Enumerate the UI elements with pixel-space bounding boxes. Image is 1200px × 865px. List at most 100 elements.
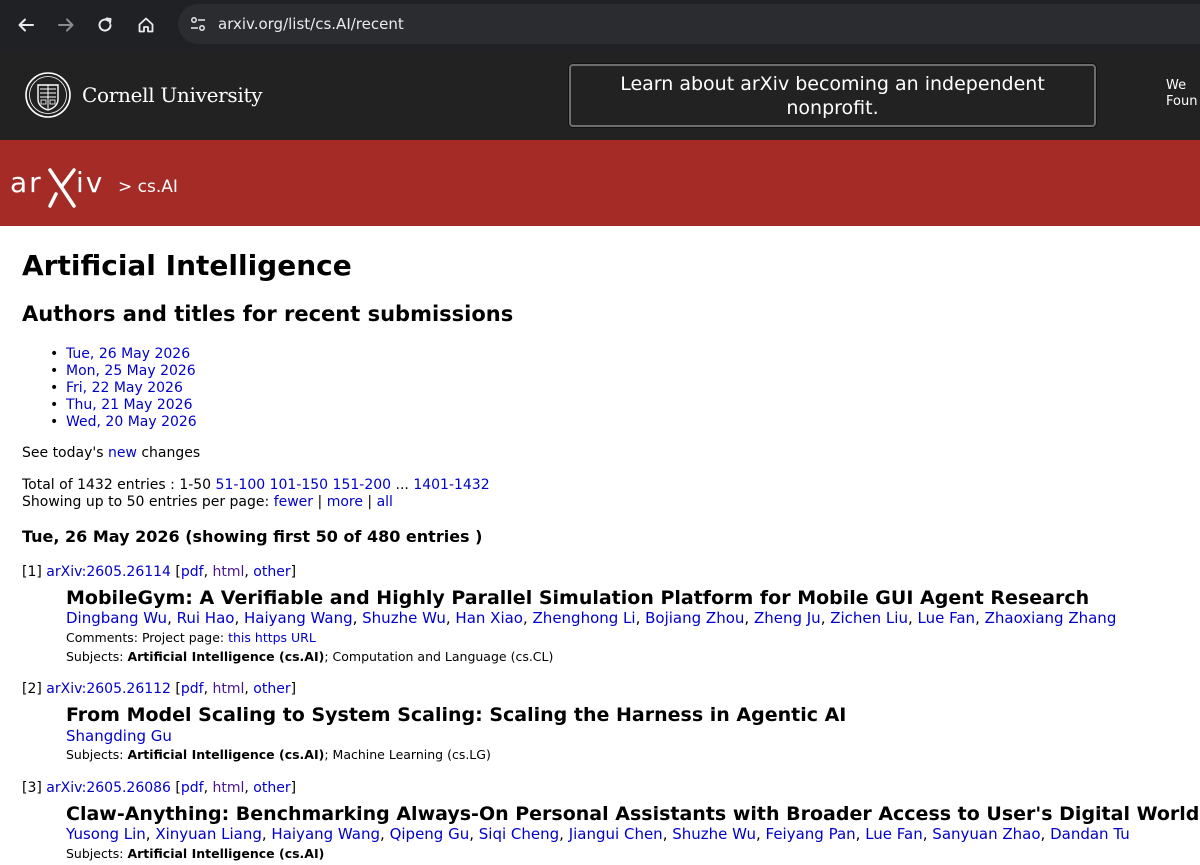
date-link[interactable]: Tue, 26 May 2026: [66, 346, 190, 362]
breadcrumb[interactable]: > cs.AI: [118, 176, 178, 198]
author-link[interactable]: Yusong Lin: [66, 825, 146, 843]
entry-subjects: Subjects: Artificial Intelligence (cs.AI…: [66, 846, 324, 862]
pagination-line: Total of 1432 entries : 1-50 51-100 101-…: [22, 477, 490, 494]
date-list-item: • Mon, 25 May 2026: [50, 363, 196, 379]
address-bar[interactable]: arxiv.org/list/cs.AI/recent: [178, 4, 1200, 44]
more-link[interactable]: more: [327, 494, 363, 510]
author-link[interactable]: Bojiang Zhou: [645, 609, 744, 627]
new-changes-link[interactable]: new: [108, 445, 137, 461]
entry-title: From Model Scaling to System Scaling: Sc…: [66, 704, 847, 726]
page-link[interactable]: 51-100: [216, 477, 266, 493]
author-link[interactable]: Haiyang Wang: [271, 825, 380, 843]
author-link[interactable]: Zhaoxiang Zhang: [985, 609, 1117, 627]
entry-id-line: [1] arXiv:2605.26114 [pdf, html, other]: [22, 564, 297, 580]
arxiv-id-link[interactable]: arXiv:2605.26112: [46, 681, 171, 697]
html-link[interactable]: html: [213, 564, 245, 580]
other-link[interactable]: other: [253, 681, 290, 697]
other-link[interactable]: other: [253, 780, 290, 796]
html-link[interactable]: html: [213, 780, 245, 796]
entry-id-line: [2] arXiv:2605.26112 [pdf, html, other]: [22, 681, 297, 697]
see-today-suffix: changes: [141, 445, 201, 461]
reload-icon[interactable]: [89, 9, 121, 41]
author-link[interactable]: Dingbang Wu: [66, 609, 167, 627]
html-link[interactable]: html: [213, 681, 245, 697]
other-subjects: ; Computation and Language (cs.CL): [324, 649, 554, 664]
forward-arrow-icon[interactable]: [50, 9, 82, 41]
author-link[interactable]: Han Xiao: [455, 609, 523, 627]
pdf-link[interactable]: pdf: [181, 780, 204, 796]
showing-text: Showing up to 50 entries per page:: [22, 494, 270, 510]
other-subjects: ; Machine Learning (cs.LG): [324, 747, 491, 762]
comments-link[interactable]: this https URL: [228, 630, 316, 645]
author-link[interactable]: Sanyuan Zhao: [932, 825, 1040, 843]
arxiv-logo[interactable]: ar iv: [10, 162, 120, 208]
see-today-prefix: See today's: [22, 445, 104, 461]
header-cut-text[interactable]: We Foun: [1166, 78, 1197, 110]
entry-subjects: Subjects: Artificial Intelligence (cs.AI…: [66, 747, 491, 763]
author-link[interactable]: Jiangui Chen: [569, 825, 663, 843]
page-link[interactable]: 151-200: [333, 477, 392, 493]
entry-index: [1]: [22, 564, 42, 580]
arxiv-id-link[interactable]: arXiv:2605.26086: [46, 780, 171, 796]
author-link[interactable]: Zichen Liu: [830, 609, 908, 627]
author-link[interactable]: Zheng Ju: [754, 609, 821, 627]
back-arrow-icon[interactable]: [10, 9, 42, 41]
cornell-logo[interactable]: Cornell University: [24, 69, 263, 121]
author-link[interactable]: Feiyang Pan: [766, 825, 856, 843]
subjects-label: Subjects:: [66, 649, 124, 664]
arxiv-header: [0, 140, 1200, 226]
url-text[interactable]: arxiv.org/list/cs.AI/recent: [218, 14, 404, 34]
cut-text-line2: Foun: [1166, 94, 1198, 109]
entry-index: [3]: [22, 780, 42, 796]
pdf-link[interactable]: pdf: [181, 681, 204, 697]
author-link[interactable]: Xinyuan Liang: [155, 825, 262, 843]
arxiv-id-link[interactable]: arXiv:2605.26114: [46, 564, 171, 580]
author-link[interactable]: Zhenghong Li: [533, 609, 636, 627]
entry-index: [2]: [22, 681, 42, 697]
author-link[interactable]: Qipeng Gu: [390, 825, 470, 843]
announcement-text[interactable]: Learn about arXiv becoming an independen…: [591, 72, 1074, 120]
cornell-name: Cornell University: [82, 83, 263, 107]
date-list: • Tue, 26 May 2026 • Mon, 25 May 2026 • Fri…: [50, 346, 197, 431]
announcement-banner[interactable]: Learn about arXiv becoming an independen…: [569, 64, 1096, 127]
pagination-ellipsis: ...: [395, 477, 409, 493]
date-link[interactable]: Wed, 20 May 2026: [66, 414, 197, 430]
author-link[interactable]: Lue Fan: [918, 609, 976, 627]
day-heading: Tue, 26 May 2026 (showing first 50 of 48…: [22, 527, 483, 546]
entry-authors: Shangding Gu: [66, 727, 172, 746]
date-list-item: • Tue, 26 May 2026: [50, 346, 191, 362]
author-link[interactable]: Shangding Gu: [66, 727, 172, 745]
date-list-item: • Fri, 22 May 2026: [50, 380, 183, 396]
all-link[interactable]: all: [377, 494, 393, 510]
primary-subject: Artificial Intelligence (cs.AI): [127, 649, 325, 664]
author-link[interactable]: Rui Hao: [177, 609, 235, 627]
date-link[interactable]: Thu, 21 May 2026: [66, 397, 193, 413]
entry-id-line: [3] arXiv:2605.26086 [pdf, html, other]: [22, 780, 297, 796]
subjects-label: Subjects:: [66, 846, 124, 861]
site-info-icon[interactable]: [188, 14, 208, 34]
page-link[interactable]: 101-150: [270, 477, 329, 493]
svg-text:ar: ar: [10, 166, 43, 199]
author-link[interactable]: Shuzhe Wu: [362, 609, 446, 627]
home-icon[interactable]: [130, 9, 162, 41]
author-link[interactable]: Haiyang Wang: [244, 609, 353, 627]
entry-authors: Dingbang Wu, Rui Hao, Haiyang Wang, Shuz…: [66, 609, 1117, 627]
total-entries-text: Total of 1432 entries : 1-50: [22, 477, 212, 493]
entry-title: Claw-Anything: Benchmarking Always-On Pe…: [66, 803, 1200, 825]
see-today-line: See today's new changes: [22, 445, 200, 462]
browser-toolbar: arxiv.org/list/cs.AI/recent: [0, 0, 1200, 50]
date-link[interactable]: Mon, 25 May 2026: [66, 363, 196, 379]
fewer-link[interactable]: fewer: [274, 494, 313, 510]
author-link[interactable]: Shuzhe Wu: [672, 825, 756, 843]
author-link[interactable]: Dandan Tu: [1050, 825, 1130, 843]
entry-subjects: Subjects: Artificial Intelligence (cs.AI…: [66, 649, 553, 665]
svg-text:iv: iv: [76, 166, 104, 199]
author-link[interactable]: Lue Fan: [865, 825, 923, 843]
entry-title: MobileGym: A Verifiable and Highly Paral…: [66, 587, 1090, 609]
pdf-link[interactable]: pdf: [181, 564, 204, 580]
other-link[interactable]: other: [253, 564, 290, 580]
date-link[interactable]: Fri, 22 May 2026: [66, 380, 183, 396]
author-link[interactable]: Siqi Cheng: [479, 825, 559, 843]
page-link-last[interactable]: 1401-1432: [413, 477, 489, 493]
separator: |: [317, 494, 323, 510]
